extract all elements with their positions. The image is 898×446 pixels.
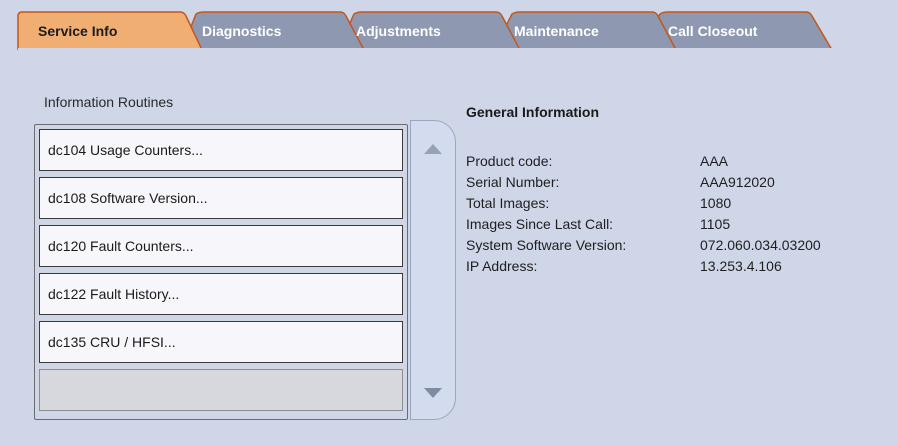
list-item-software-version[interactable]: dc108 Software Version... (39, 177, 403, 219)
general-info-title: General Information (466, 104, 600, 120)
scroll-up-button[interactable] (411, 129, 455, 169)
list-item-fault-history[interactable]: dc122 Fault History... (39, 273, 403, 315)
tab-bar: Service Info Diagnostics Adjustments Mai… (0, 0, 898, 50)
triangle-down-icon (424, 388, 442, 398)
tab-diagnostics[interactable]: Diagnostics (186, 12, 346, 50)
info-value-serial-number: AAA912020 (700, 174, 775, 190)
list-item-empty (39, 369, 403, 411)
info-label-serial-number: Serial Number: (466, 174, 560, 190)
list-item-fault-counters[interactable]: dc120 Fault Counters... (39, 225, 403, 267)
tab-label: Call Closeout (668, 23, 758, 39)
routines-scrollbar[interactable] (410, 120, 456, 420)
info-label-images-since-last-call: Images Since Last Call: (466, 216, 614, 232)
list-item-label: dc108 Software Version... (48, 190, 208, 206)
list-item-label: dc104 Usage Counters... (48, 142, 203, 158)
routines-list: dc104 Usage Counters... dc108 Software V… (34, 124, 408, 420)
info-value-system-software-version: 072.060.034.03200 (700, 237, 821, 253)
tab-call-closeout[interactable]: Call Closeout (652, 12, 822, 50)
tab-maintenance[interactable]: Maintenance (498, 12, 658, 50)
list-item-label: dc135 CRU / HFSI... (48, 334, 176, 350)
service-window: Service Info Diagnostics Adjustments Mai… (0, 0, 898, 446)
info-value-product-code: AAA (700, 153, 729, 169)
tab-label: Adjustments (356, 23, 441, 39)
info-value-images-since-last-call: 1105 (700, 216, 731, 232)
list-item-cru-hfsi[interactable]: dc135 CRU / HFSI... (39, 321, 403, 363)
tab-label: Service Info (38, 23, 118, 39)
info-value-ip-address: 13.253.4.106 (700, 258, 782, 274)
triangle-up-icon (424, 144, 442, 154)
list-item-label: dc120 Fault Counters... (48, 238, 194, 254)
tab-label: Diagnostics (202, 23, 282, 39)
list-item-usage-counters[interactable]: dc104 Usage Counters... (39, 129, 403, 171)
tab-service-info[interactable]: Service Info (22, 12, 182, 50)
tab-adjustments[interactable]: Adjustments (340, 12, 500, 50)
info-label-system-software-version: System Software Version: (466, 237, 627, 253)
list-item-label: dc122 Fault History... (48, 286, 180, 302)
info-label-product-code: Product code: (466, 153, 553, 169)
info-label-ip-address: IP Address: (466, 258, 538, 274)
tab-label: Maintenance (514, 23, 599, 39)
info-label-total-images: Total Images: (466, 195, 550, 211)
info-value-total-images: 1080 (700, 195, 732, 211)
scroll-down-button[interactable] (411, 373, 455, 413)
routines-title: Information Routines (44, 94, 174, 110)
